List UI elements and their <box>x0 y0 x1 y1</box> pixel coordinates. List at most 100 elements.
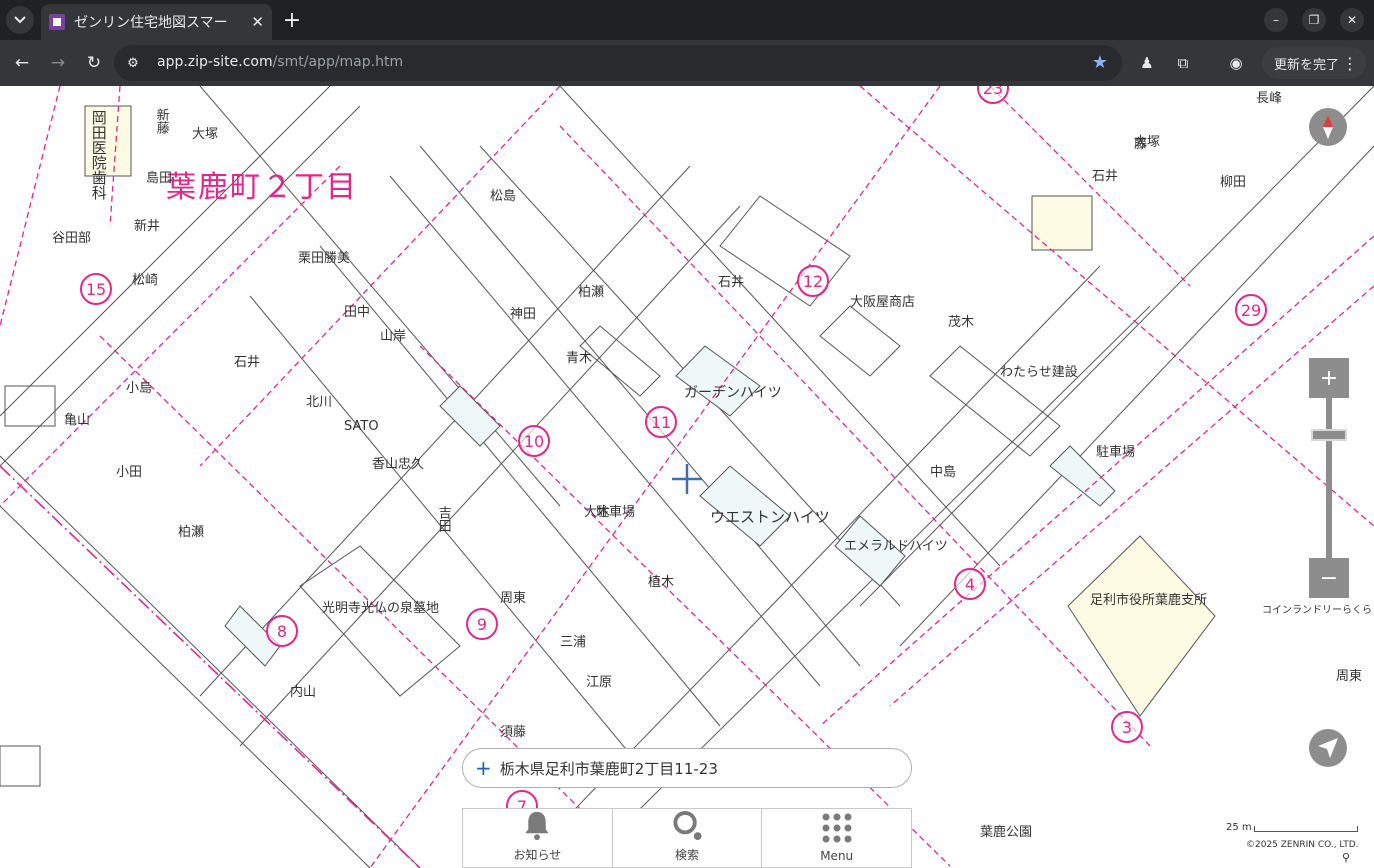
map-label: 新藤 <box>153 108 169 134</box>
scale-bar <box>1254 826 1358 832</box>
block-number: 3 <box>1111 711 1143 743</box>
search-button[interactable]: 検索 <box>613 809 763 867</box>
town-name-label: 葉鹿町２丁目 <box>166 170 358 205</box>
magnifier-icon[interactable]: ⚲ <box>1342 851 1350 864</box>
address-bar[interactable]: ⚙ app.zip-site.com/smt/app/map.htm ★ <box>114 45 1122 81</box>
reload-icon[interactable]: ↻ <box>81 50 107 76</box>
map-label: ガーデンハイツ <box>684 385 782 401</box>
map-label: 山岸 <box>380 329 407 344</box>
map-label: 神田 <box>510 307 537 322</box>
block-number: 15 <box>80 273 112 305</box>
address-display[interactable]: + 栃木県足利市葉鹿町2丁目11-23 <box>462 748 912 788</box>
forward-icon[interactable]: → <box>45 50 71 76</box>
update-label: 更新を完了 <box>1274 57 1340 73</box>
zoom-slider[interactable] <box>1326 398 1332 558</box>
block-number: 10 <box>518 425 550 457</box>
block-number: 11 <box>645 406 677 438</box>
url-path: /smt/app/map.htm <box>272 54 404 70</box>
close-window-button[interactable]: ✕ <box>1340 8 1364 32</box>
close-tab-icon[interactable]: ✕ <box>251 13 264 31</box>
block-number: 4 <box>954 568 986 600</box>
zoom-slider-thumb[interactable] <box>1311 429 1347 441</box>
map-label: 栗田勝美 <box>298 251 351 266</box>
menu-label: Menu <box>820 849 854 863</box>
block-number: 8 <box>266 615 298 647</box>
map-label: コインランドリーらくらく <box>1262 605 1374 616</box>
bottom-navigation: お知らせ 検索 Menu <box>462 808 912 868</box>
crosshair-icon <box>672 464 702 494</box>
map-label: 石井 <box>718 275 745 290</box>
zoom-in-button[interactable]: + <box>1309 358 1349 398</box>
update-button[interactable]: 更新を完了 ⋮ <box>1262 47 1366 79</box>
map-label: 三浦 <box>560 635 587 650</box>
map-label: 亀山 <box>64 413 91 428</box>
map-label: 柏瀬 <box>178 525 205 540</box>
browser-toolbar: ← → ↻ ⚙ app.zip-site.com/smt/app/map.htm… <box>0 40 1374 86</box>
map-label: 新井 <box>134 219 161 234</box>
active-tab[interactable]: ゼンリン住宅地図スマー ✕ <box>41 4 272 40</box>
map-label: 柏瀬 <box>578 285 605 300</box>
site-info-icon[interactable]: ⚙ <box>124 54 142 72</box>
map-label: 藤 <box>1134 137 1148 152</box>
map-label: わたらせ建設 <box>1000 365 1078 380</box>
map-label: 香山忠久 <box>372 457 425 472</box>
notice-button[interactable]: お知らせ <box>463 809 613 867</box>
map-label: 長峰 <box>1256 91 1283 106</box>
plus-icon: + <box>475 756 492 780</box>
map-label: 葉鹿公園 <box>980 825 1033 840</box>
map-label: 小島 <box>126 381 153 396</box>
map-label: 茂木 <box>948 315 975 330</box>
profile-icon[interactable]: ◉ <box>1225 52 1247 74</box>
url-host: app.zip-site.com <box>157 54 273 70</box>
map-label: 吉田 <box>435 506 451 532</box>
search-label: 検索 <box>675 848 700 862</box>
chevron-down-icon <box>14 16 26 24</box>
bookmark-star-icon[interactable]: ★ <box>1092 52 1108 73</box>
map-label: 島田 <box>146 171 173 186</box>
navigation-arrow-icon <box>1318 738 1338 758</box>
scale-label: 25 m <box>1226 822 1252 833</box>
bell-icon <box>525 811 549 841</box>
map-label: 中島 <box>930 465 957 480</box>
map-label: 北川 <box>306 395 333 410</box>
map-label: 石井 <box>1092 169 1119 184</box>
map-label: SATO <box>344 419 379 434</box>
map-label: 内山 <box>290 685 317 700</box>
extensions-puzzle-icon[interactable]: ⧉ <box>1172 52 1194 74</box>
map-label: 松島 <box>490 189 517 204</box>
map-label: 岡田医院歯科 <box>89 110 108 200</box>
map-label: 江原 <box>586 675 613 690</box>
map-label: 大塚 <box>192 127 219 142</box>
new-tab-button[interactable]: + <box>280 6 304 34</box>
map-label: 足利市役所葉鹿支所 <box>1090 593 1208 608</box>
extension-icon[interactable]: ♟ <box>1136 52 1158 74</box>
menu-button[interactable]: Menu <box>762 809 911 867</box>
minimize-button[interactable]: – <box>1264 8 1288 32</box>
map-label: 須藤 <box>500 725 527 740</box>
map-label: 植木 <box>648 575 675 590</box>
map-label: 駐車場 <box>596 505 636 520</box>
map-label: 周東 <box>500 591 527 606</box>
restore-button[interactable]: ❐ <box>1302 8 1326 32</box>
zenrin-favicon-icon <box>49 14 65 30</box>
search-icon <box>673 810 702 841</box>
tab-search-button[interactable] <box>6 6 34 34</box>
url-text[interactable]: app.zip-site.com/smt/app/map.htm <box>157 54 403 70</box>
notice-label: お知らせ <box>513 848 562 862</box>
block-number: 29 <box>1235 294 1267 326</box>
compass-needle-icon <box>1323 115 1333 139</box>
map-label: 石井 <box>234 355 261 370</box>
back-icon[interactable]: ← <box>9 50 35 76</box>
grid-menu-icon <box>822 813 852 843</box>
compass-button[interactable] <box>1309 108 1347 146</box>
tab-title: ゼンリン住宅地図スマー <box>74 15 228 31</box>
map-label: 光明寺光仏の泉墓地 <box>322 601 440 616</box>
zoom-out-button[interactable]: − <box>1309 558 1349 598</box>
more-menu-icon[interactable]: ⋮ <box>1342 54 1358 73</box>
map-label: 谷田部 <box>52 231 92 246</box>
block-number: 12 <box>797 265 829 297</box>
current-location-button[interactable] <box>1309 729 1347 767</box>
map-label: 松崎 <box>132 273 159 288</box>
block-number: 9 <box>466 608 498 640</box>
address-text: 栃木県足利市葉鹿町2丁目11-23 <box>499 759 718 778</box>
